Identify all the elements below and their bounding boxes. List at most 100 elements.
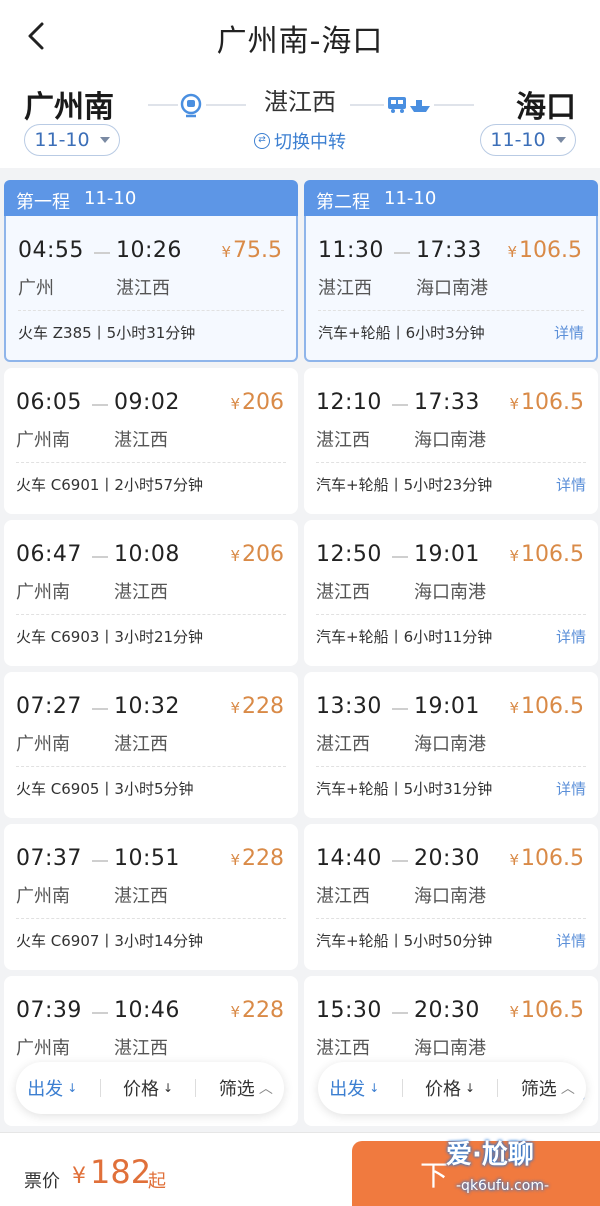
depart-time: 11:30 bbox=[318, 238, 384, 263]
itinerary-card[interactable]: 14:40 20:30 ¥106.5 湛江西 海口南港 汽车+轮船丨5小时50分钟 详情 bbox=[304, 824, 598, 970]
to-station: 海口南港 bbox=[414, 734, 486, 755]
top-header: 广州南-海口 广州南 海口 湛江西 11-10 ⇄ 切换中转 11-10 bbox=[0, 0, 600, 168]
currency-symbol: ¥ bbox=[72, 1164, 86, 1189]
from-station: 湛江西 bbox=[316, 886, 370, 907]
trip-info: 汽车+轮船丨5小时31分钟 bbox=[316, 780, 493, 798]
sort-price-label: 价格 bbox=[123, 1079, 159, 1100]
fare-value: 106.5 bbox=[521, 846, 584, 871]
arrive-time: 10:08 bbox=[114, 542, 180, 567]
itinerary-card[interactable]: 06:47 10:08 ¥206 广州南 湛江西 火车 C6903丨3小时21分钟 bbox=[4, 520, 298, 666]
fare-value: 106.5 bbox=[521, 998, 584, 1023]
detail-link[interactable]: 详情 bbox=[556, 930, 586, 951]
fare-value: 75.5 bbox=[233, 238, 282, 263]
itinerary-card[interactable]: 07:37 10:51 ¥228 广州南 湛江西 火车 C6907丨3小时14分钟 bbox=[4, 824, 298, 970]
filter-button[interactable]: 筛选 ︿ bbox=[219, 1075, 273, 1101]
separator bbox=[99, 1079, 101, 1097]
sort-price-button[interactable]: 价格 ↓ bbox=[123, 1075, 173, 1101]
itinerary-card[interactable]: 12:50 19:01 ¥106.5 湛江西 海口南港 汽车+轮船丨6小时11分钟 详情 bbox=[304, 520, 598, 666]
dashed-divider bbox=[16, 766, 286, 767]
separator bbox=[497, 1079, 499, 1097]
from-station: 湛江西 bbox=[316, 582, 370, 603]
arrive-time: 20:30 bbox=[414, 846, 480, 871]
fare-value: 206 bbox=[242, 542, 284, 567]
price-label: 票价 bbox=[24, 1171, 60, 1192]
to-station: 湛江西 bbox=[114, 886, 168, 907]
time-separator bbox=[92, 1012, 108, 1014]
time-separator bbox=[392, 404, 408, 406]
from-station: 广州南 bbox=[16, 1038, 70, 1059]
fare-price: ¥106.5 bbox=[507, 238, 582, 263]
fare-value: 106.5 bbox=[521, 694, 584, 719]
fare-value: 228 bbox=[242, 694, 284, 719]
from-station: 广州 bbox=[18, 278, 54, 299]
sort-arrow-icon: ↓ bbox=[67, 1081, 78, 1095]
sort-depart-button[interactable]: 出发 ↓ bbox=[329, 1075, 379, 1101]
fare-price: ¥106.5 bbox=[509, 846, 584, 871]
caret-down-icon bbox=[555, 137, 566, 143]
first-leg-column: 第一程 11-10 bbox=[4, 180, 298, 216]
from-station: 湛江西 bbox=[316, 430, 370, 451]
to-station: 海口南港 bbox=[416, 278, 488, 299]
route-line bbox=[434, 104, 474, 106]
from-station: 广州南 bbox=[16, 734, 70, 755]
to-date-select[interactable]: 11-10 bbox=[480, 124, 576, 156]
filter-button[interactable]: 筛选 ︿ bbox=[521, 1075, 575, 1101]
route-line bbox=[350, 104, 384, 106]
depart-time: 14:40 bbox=[316, 846, 382, 871]
depart-time: 07:39 bbox=[16, 998, 82, 1023]
detail-link[interactable]: 详情 bbox=[556, 778, 586, 799]
detail-link[interactable]: 详情 bbox=[556, 626, 586, 647]
fare-price: ¥206 bbox=[230, 542, 284, 567]
fare-price: ¥228 bbox=[230, 694, 284, 719]
currency-symbol: ¥ bbox=[230, 699, 240, 717]
dashed-divider bbox=[18, 310, 284, 311]
dashed-divider bbox=[316, 918, 586, 919]
itinerary-card[interactable]: 13:30 19:01 ¥106.5 湛江西 海口南港 汽车+轮船丨5小时31分钟 详情 bbox=[304, 672, 598, 818]
to-station: 湛江西 bbox=[114, 582, 168, 603]
itinerary-card[interactable]: 04:55 10:26 ¥75.5 广州 湛江西 火车 Z385丨5小时31分钟 bbox=[4, 216, 298, 362]
page-title: 广州南-海口 bbox=[216, 24, 384, 59]
from-station: 广州南 bbox=[16, 430, 70, 451]
arrive-time: 19:01 bbox=[414, 694, 480, 719]
dashed-divider bbox=[16, 614, 286, 615]
currency-symbol: ¥ bbox=[509, 1003, 520, 1021]
from-station: 广州南 bbox=[16, 886, 70, 907]
time-separator bbox=[92, 556, 108, 558]
from-station: 湛江西 bbox=[316, 1038, 370, 1059]
detail-link[interactable]: 详情 bbox=[554, 322, 584, 343]
sort-price-button[interactable]: 价格 ↓ bbox=[425, 1075, 475, 1101]
first-leg-filter-bar: 出发 ↓ 价格 ↓ 筛选 ︿ bbox=[16, 1062, 284, 1114]
depart-time: 04:55 bbox=[18, 238, 84, 263]
itinerary-card[interactable]: 11:30 17:33 ¥106.5 湛江西 海口南港 汽车+轮船丨6小时3分钟 详情 bbox=[304, 216, 598, 362]
to-station: 海口南港 bbox=[414, 886, 486, 907]
itinerary-card[interactable]: 06:05 09:02 ¥206 广州南 湛江西 火车 C6901丨2小时57分钟 bbox=[4, 368, 298, 514]
fare-value: 228 bbox=[242, 998, 284, 1023]
time-separator bbox=[92, 404, 108, 406]
detail-link[interactable]: 详情 bbox=[556, 474, 586, 495]
to-station: 海口南港 bbox=[414, 582, 486, 603]
to-station: 湛江西 bbox=[114, 430, 168, 451]
dashed-divider bbox=[16, 462, 286, 463]
time-separator bbox=[392, 708, 408, 710]
watermark-sub: -qk6ufu.com- bbox=[456, 1178, 550, 1194]
trip-info: 汽车+轮船丨5小时23分钟 bbox=[316, 476, 493, 494]
trip-info: 火车 C6905丨3小时5分钟 bbox=[16, 780, 194, 798]
itinerary-card[interactable]: 12:10 17:33 ¥106.5 湛江西 海口南港 汽车+轮船丨5小时23分钟 详情 bbox=[304, 368, 598, 514]
itinerary-card[interactable]: 07:27 10:32 ¥228 广州南 湛江西 火车 C6905丨3小时5分钟 bbox=[4, 672, 298, 818]
arrive-time: 10:26 bbox=[116, 238, 182, 263]
second-leg-column: 第二程 11-10 bbox=[304, 180, 598, 216]
fare-value: 228 bbox=[242, 846, 284, 871]
time-separator bbox=[94, 252, 110, 254]
separator bbox=[195, 1079, 197, 1097]
next-step-label: 下 bbox=[420, 1159, 449, 1192]
arrive-time: 10:32 bbox=[114, 694, 180, 719]
dashed-divider bbox=[318, 310, 584, 311]
fare-price: ¥106.5 bbox=[509, 694, 584, 719]
trip-info: 火车 Z385丨5小时31分钟 bbox=[18, 324, 196, 342]
sort-depart-button[interactable]: 出发 ↓ bbox=[27, 1075, 77, 1101]
depart-time: 13:30 bbox=[316, 694, 382, 719]
trip-info: 汽车+轮船丨6小时11分钟 bbox=[316, 628, 493, 646]
arrive-time: 19:01 bbox=[414, 542, 480, 567]
arrive-time: 17:33 bbox=[416, 238, 482, 263]
sort-arrow-icon: ↓ bbox=[465, 1081, 476, 1095]
